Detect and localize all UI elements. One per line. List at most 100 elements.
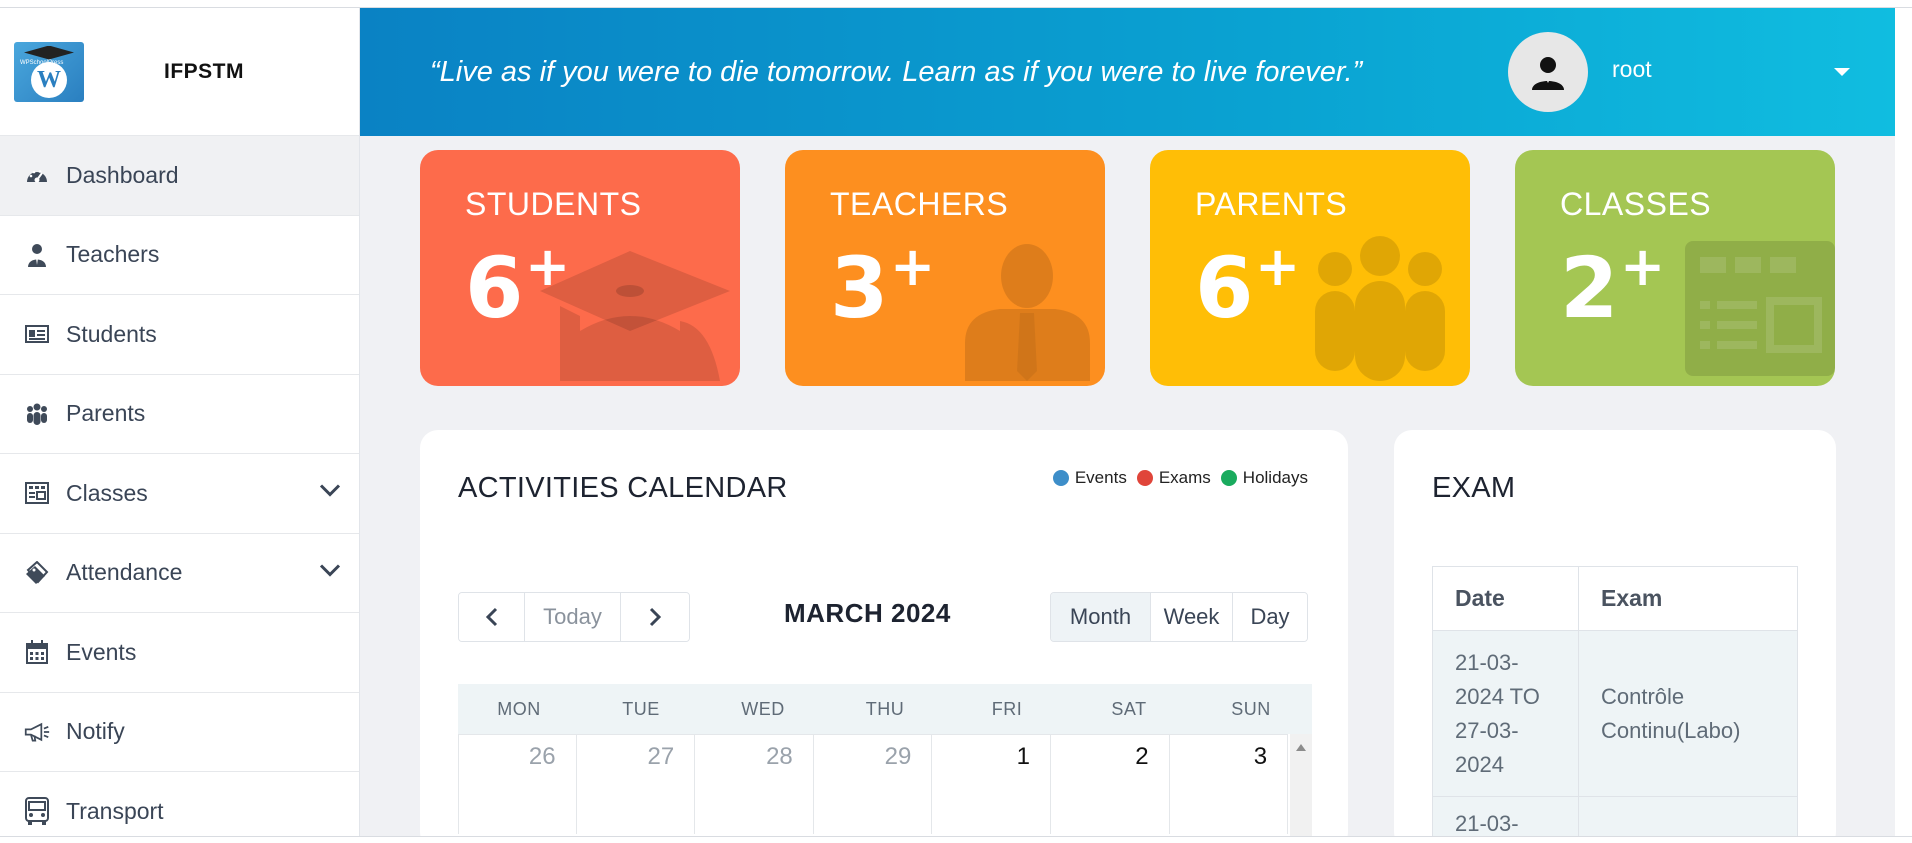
sidebar-item-label: Teachers	[66, 241, 160, 268]
weekday-sat: SAT	[1111, 698, 1147, 719]
calendar-scrollbar[interactable]	[1290, 734, 1312, 843]
sidebar-item-students[interactable]: Students	[0, 295, 359, 375]
stat-card-parents[interactable]: PARENTS 6 +	[1150, 150, 1470, 386]
stat-card-students[interactable]: STUDENTS 6 +	[420, 150, 740, 386]
sidebar-item-label: Classes	[66, 479, 148, 506]
sidebar-item-label: Notify	[66, 718, 125, 745]
stat-card-teachers[interactable]: TEACHERS 3 +	[785, 150, 1105, 386]
calendar-day-number: 3	[1253, 743, 1268, 770]
chevron-left-icon	[485, 607, 497, 627]
sidebar-item-label: Students	[66, 320, 157, 347]
header-quote: “Live as if you were to die tomorrow. Le…	[430, 55, 1363, 88]
calendar-day-cell[interactable]: 29	[813, 734, 933, 834]
bus-icon	[24, 797, 50, 826]
exam-column-date: Date	[1432, 566, 1579, 631]
calendar-day-cell[interactable]: 27	[576, 734, 696, 834]
calendar-day-number: 2	[1135, 743, 1149, 770]
sidebar-item-attendance[interactable]: Attendance	[0, 534, 359, 613]
sidebar-item-transport[interactable]: Transport	[0, 772, 359, 843]
legend-label-events: Events	[1074, 468, 1127, 487]
today-button[interactable]: Today	[525, 593, 621, 641]
sidebar-item-teachers[interactable]: Teachers	[0, 216, 359, 295]
attendance-tags-icon	[24, 560, 50, 585]
window-bottom-edge	[0, 836, 1912, 843]
calendar-panel: ACTIVITIES CALENDAR Events Exams Holidays …	[420, 430, 1348, 843]
calendar-day-cell[interactable]: 3	[1169, 734, 1289, 834]
stat-card-title: TEACHERS	[830, 186, 1009, 222]
chevron-down-icon[interactable]	[319, 484, 341, 503]
brand-name: IFPSTM	[164, 59, 244, 83]
user-silhouette-icon	[1532, 57, 1564, 90]
teacher-user-icon	[24, 243, 50, 267]
exam-table: Date Exam 21-03-2024 TO 27-03-2024 Contr…	[1432, 566, 1798, 843]
sidebar-item-classes[interactable]: Classes	[0, 454, 359, 534]
calendar-view-switcher: Month Week Day	[1050, 592, 1308, 642]
sidebar: WPSchoolPress W IFPSTM Dashboard Teachers…	[0, 8, 360, 843]
view-month-button[interactable]: Month	[1051, 593, 1151, 641]
stat-card-suffix: +	[1255, 235, 1301, 298]
graduation-cap-icon	[24, 45, 74, 60]
stat-card-title: STUDENTS	[465, 186, 642, 222]
stat-card-classes[interactable]: CLASSES 2 +	[1515, 150, 1835, 386]
calendar-day-number: 28	[766, 743, 793, 770]
classes-table-icon	[24, 481, 50, 505]
prev-month-button[interactable]	[459, 593, 525, 641]
stat-card-value: 2	[1560, 239, 1619, 337]
calendar-icon	[24, 640, 50, 665]
header-banner: “Live as if you were to die tomorrow. Le…	[360, 8, 1895, 136]
sidebar-item-label: Attendance	[66, 559, 183, 586]
view-day-button[interactable]: Day	[1233, 593, 1307, 641]
calendar-title: ACTIVITIES CALENDAR	[458, 472, 788, 504]
classes-table-icon	[1665, 231, 1835, 386]
stat-card-title: PARENTS	[1195, 186, 1348, 222]
weekday-tue: TUE	[622, 698, 660, 719]
weekday-thu: THU	[865, 698, 905, 719]
chevron-down-icon[interactable]	[319, 563, 341, 582]
dashboard-gauge-icon	[24, 163, 50, 187]
exam-column-exam: Exam	[1578, 566, 1798, 631]
calendar-day-number: 26	[528, 743, 556, 770]
sidebar-item-notify[interactable]: Notify	[0, 693, 359, 772]
parents-group-icon	[1290, 231, 1470, 386]
page-right-gutter	[1895, 8, 1912, 843]
calendar-week-row: 26 27 28 29 1 2 3	[458, 734, 1289, 834]
legend-dot-events	[1052, 470, 1069, 486]
legend-label-exams: Exams	[1158, 468, 1211, 487]
calendar-day-cell[interactable]: 26	[458, 734, 577, 834]
weekday-mon: MON	[497, 698, 541, 719]
sidebar-item-label: Parents	[66, 400, 146, 427]
sidebar-item-label: Transport	[66, 797, 164, 824]
window-top-edge	[0, 0, 1912, 8]
calendar-day-cell[interactable]: 2	[1050, 734, 1170, 834]
sidebar-item-label: Dashboard	[66, 161, 179, 188]
legend-dot-exams	[1136, 470, 1153, 486]
exam-panel: EXAM Date Exam 21-03-2024 TO 27-03-2024 …	[1394, 430, 1836, 843]
sidebar-item-parents[interactable]: Parents	[0, 375, 359, 454]
school-logo: WPSchoolPress W	[14, 41, 84, 102]
stat-card-value: 6	[1195, 239, 1254, 337]
parents-group-icon	[24, 402, 50, 426]
user-avatar[interactable]	[1508, 32, 1588, 112]
calendar-day-cell[interactable]: 28	[695, 734, 814, 834]
calendar-day-number: 27	[647, 743, 675, 770]
stat-card-title: CLASSES	[1560, 186, 1712, 222]
megaphone-icon	[24, 720, 50, 744]
table-row: 21-03-2024 TO 27-03-2024 Contrôle Contin…	[1432, 630, 1798, 797]
stat-card-suffix: +	[1620, 235, 1666, 298]
calendar-nav-group: Today	[458, 592, 690, 642]
calendar-day-number: 29	[884, 743, 912, 770]
student-id-card-icon	[24, 322, 50, 346]
weekday-fri: FRI	[991, 698, 1023, 719]
next-month-button[interactable]	[621, 593, 689, 641]
calendar-month-label: MARCH 2024	[784, 598, 951, 628]
teacher-person-icon	[945, 231, 1105, 386]
user-menu-caret-icon[interactable]	[1834, 68, 1850, 76]
weekday-wed: WED	[741, 698, 785, 719]
stat-card-value: 6	[465, 239, 524, 337]
view-week-button[interactable]: Week	[1151, 593, 1233, 641]
sidebar-item-dashboard[interactable]: Dashboard	[0, 136, 359, 216]
user-name[interactable]: root	[1612, 56, 1652, 83]
sidebar-item-events[interactable]: Events	[0, 613, 359, 693]
calendar-day-cell[interactable]: 1	[932, 734, 1051, 834]
brand[interactable]: WPSchoolPress W IFPSTM	[0, 8, 359, 136]
